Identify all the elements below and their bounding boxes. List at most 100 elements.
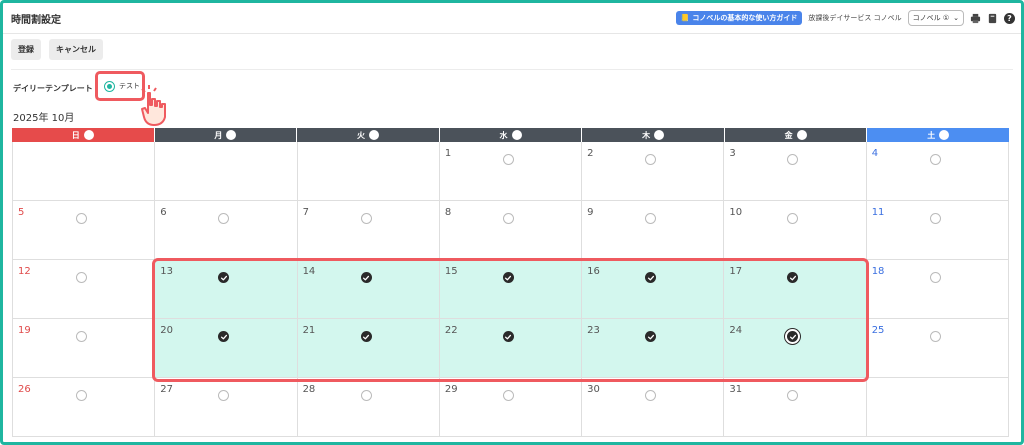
checked-day-checkbox[interactable] (360, 272, 372, 283)
day-number: 21 (302, 325, 316, 336)
day-checkbox[interactable] (929, 213, 941, 224)
day-number: 1 (444, 148, 452, 159)
chevron-down-icon: ⌄ (953, 14, 959, 22)
app-frame: 時間割設定 📒 コノベルの基本的な使い方ガイド 放課後デイサービス コノベル コ… (0, 0, 1024, 445)
calendar-day-cell[interactable]: 9 (582, 201, 725, 260)
day-checkbox[interactable] (645, 213, 657, 224)
day-number: 29 (444, 384, 458, 395)
day-checkbox[interactable] (929, 272, 941, 283)
checked-day-checkbox[interactable] (787, 331, 799, 342)
checked-day-checkbox[interactable] (502, 272, 514, 283)
calendar-day-cell[interactable]: 12 (12, 260, 156, 319)
weekday-label: 金 (784, 130, 793, 140)
day-checkbox[interactable] (218, 390, 230, 401)
calendar-day-cell[interactable]: 16 (582, 260, 725, 319)
checked-day-checkbox[interactable] (360, 331, 372, 342)
day-checkbox[interactable] (929, 331, 941, 342)
calendar-day-cell[interactable]: 4 (866, 142, 1009, 201)
checked-day-checkbox[interactable] (502, 331, 514, 342)
day-checkbox[interactable] (787, 390, 799, 401)
calendar-day-cell[interactable]: 17 (724, 260, 867, 319)
calendar-day-cell[interactable]: 1 (439, 142, 583, 201)
calendar-day-cell[interactable]: 7 (297, 201, 440, 260)
month-label: 2025年 10月 (13, 113, 75, 124)
calendar-day-cell (297, 142, 440, 201)
manual-icon[interactable] (987, 13, 998, 24)
day-checkbox[interactable] (645, 154, 657, 165)
day-checkbox[interactable] (360, 390, 372, 401)
day-number: 15 (444, 266, 458, 277)
checked-day-checkbox[interactable] (645, 272, 657, 283)
facility-name: 放課後デイサービス コノベル (808, 14, 902, 22)
calendar-day-cell[interactable]: 24 (724, 319, 867, 378)
user-select[interactable]: コノベル ① ⌄ (907, 10, 964, 26)
calendar-week: 12 13 14 15 16 17 18 (12, 260, 1009, 319)
calendar-day-cell[interactable]: 3 (724, 142, 867, 201)
day-number: 17 (729, 266, 743, 277)
day-number: 3 (729, 148, 736, 159)
day-checkbox[interactable] (218, 213, 230, 224)
calendar-day-cell[interactable]: 21 (297, 319, 440, 378)
header-tools: 📒 コノベルの基本的な使い方ガイド 放課後デイサービス コノベル コノベル ① … (675, 10, 1015, 26)
weekday-select-all-checkbox[interactable] (226, 130, 237, 140)
weekday-select-all-checkbox[interactable] (654, 130, 665, 140)
day-checkbox[interactable] (360, 213, 372, 224)
calendar-day-cell[interactable]: 6 (155, 201, 298, 260)
calendar-grid: 1 2 3 4 5 6 7 8 9 10 11 12 13 14 15 16 17 18 19 20 21 22 23 24 2… (12, 142, 1009, 437)
calendar-day-cell[interactable]: 8 (439, 201, 583, 260)
printer-icon[interactable] (970, 13, 981, 24)
weekday-select-all-checkbox[interactable] (796, 130, 807, 140)
weekday-label: 日 (71, 130, 80, 140)
day-checkbox[interactable] (502, 390, 514, 401)
calendar-day-cell[interactable]: 29 (439, 378, 583, 437)
calendar-day-cell[interactable]: 30 (582, 378, 725, 437)
weekday-select-all-checkbox[interactable] (83, 130, 94, 140)
calendar-day-cell[interactable]: 15 (439, 260, 583, 319)
checked-day-checkbox[interactable] (218, 272, 230, 283)
calendar-day-cell[interactable]: 5 (12, 201, 156, 260)
day-checkbox[interactable] (76, 213, 87, 224)
calendar-day-cell[interactable]: 11 (866, 201, 1009, 260)
calendar-day-cell[interactable]: 20 (155, 319, 298, 378)
day-checkbox[interactable] (76, 390, 87, 401)
day-number: 5 (18, 207, 25, 218)
help-icon[interactable]: ? (1004, 12, 1015, 24)
day-checkbox[interactable] (76, 272, 87, 283)
day-number: 31 (729, 384, 743, 395)
calendar-day-cell[interactable]: 18 (866, 260, 1009, 319)
calendar-day-cell[interactable]: 27 (155, 378, 298, 437)
radio-button[interactable] (104, 80, 115, 92)
calendar-day-cell[interactable]: 23 (582, 319, 725, 378)
checked-day-checkbox[interactable] (787, 272, 799, 283)
day-checkbox[interactable] (929, 154, 941, 165)
day-checkbox[interactable] (502, 213, 514, 224)
day-number: 7 (302, 207, 309, 218)
calendar-day-cell[interactable]: 2 (582, 142, 725, 201)
weekday-select-all-checkbox[interactable] (939, 130, 950, 140)
guide-button[interactable]: 📒 コノベルの基本的な使い方ガイド (675, 11, 803, 25)
day-checkbox[interactable] (645, 390, 657, 401)
calendar-day-cell[interactable]: 19 (12, 319, 156, 378)
calendar-day-cell[interactable]: 25 (866, 319, 1009, 378)
calendar-day-cell[interactable]: 26 (12, 378, 156, 437)
cancel-button[interactable]: キャンセル (49, 39, 103, 60)
calendar-day-cell[interactable]: 13 (155, 260, 298, 319)
check-icon (789, 275, 796, 280)
checked-day-checkbox[interactable] (645, 331, 657, 342)
calendar-day-cell[interactable]: 10 (724, 201, 867, 260)
calendar-day-cell[interactable]: 22 (439, 319, 583, 378)
checked-day-checkbox[interactable] (218, 331, 230, 342)
day-checkbox[interactable] (502, 154, 514, 165)
calendar-day-cell (155, 142, 298, 201)
day-checkbox[interactable] (787, 154, 799, 165)
calendar-day-cell[interactable]: 31 (724, 378, 867, 437)
weekday-select-all-checkbox[interactable] (368, 130, 379, 140)
weekday-select-all-checkbox[interactable] (511, 130, 522, 140)
calendar-day-cell[interactable]: 28 (297, 378, 440, 437)
calendar-day-cell[interactable]: 14 (297, 260, 440, 319)
day-checkbox[interactable] (787, 213, 799, 224)
register-button[interactable]: 登録 (11, 39, 41, 60)
check-icon (505, 275, 512, 280)
day-checkbox[interactable] (76, 331, 87, 342)
check-icon (789, 334, 796, 339)
